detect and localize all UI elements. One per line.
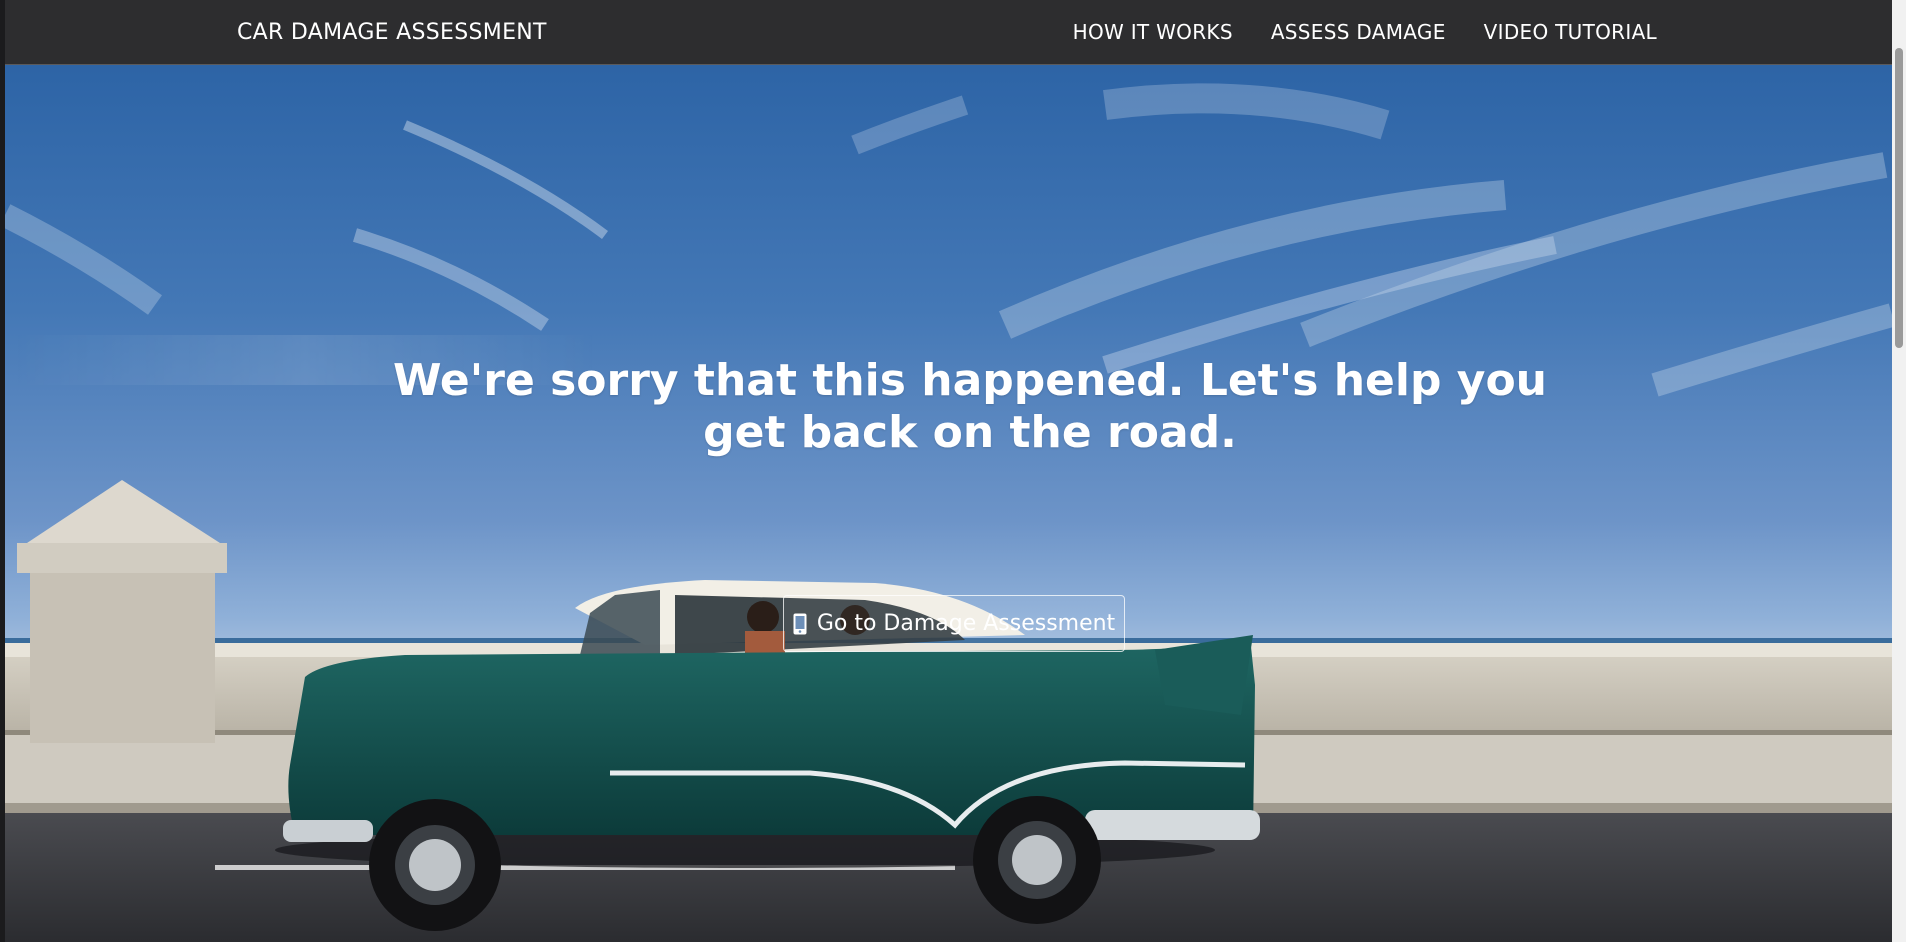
rear-wheel — [973, 796, 1101, 924]
browser-window: CAR DAMAGE ASSESSMENT HOW IT WORKS ASSES… — [0, 0, 1906, 942]
stone-pillar — [17, 480, 227, 743]
nav-links: HOW IT WORKS ASSESS DAMAGE VIDEO TUTORIA… — [1073, 20, 1657, 44]
brand-link[interactable]: CAR DAMAGE ASSESSMENT — [237, 20, 547, 45]
hero-background-image — [5, 83, 1892, 942]
clouds — [5, 83, 1892, 397]
go-to-damage-assessment-button[interactable]: Go to Damage Assessment — [783, 595, 1125, 652]
hero-headline: We're sorry that this happened. Let's he… — [392, 355, 1548, 458]
vertical-scrollbar[interactable] — [1892, 0, 1906, 942]
nav-link-video-tutorial[interactable]: VIDEO TUTORIAL — [1484, 20, 1657, 44]
front-wheel — [369, 799, 501, 931]
hero-section: We're sorry that this happened. Let's he… — [5, 65, 1892, 942]
mobile-phone-icon — [793, 613, 807, 634]
nav-link-assess-damage[interactable]: ASSESS DAMAGE — [1271, 20, 1446, 44]
top-navbar: CAR DAMAGE ASSESSMENT HOW IT WORKS ASSES… — [5, 0, 1892, 65]
cta-label: Go to Damage Assessment — [816, 611, 1116, 636]
nav-link-how-it-works[interactable]: HOW IT WORKS — [1073, 20, 1233, 44]
scrollbar-thumb[interactable] — [1895, 48, 1903, 348]
